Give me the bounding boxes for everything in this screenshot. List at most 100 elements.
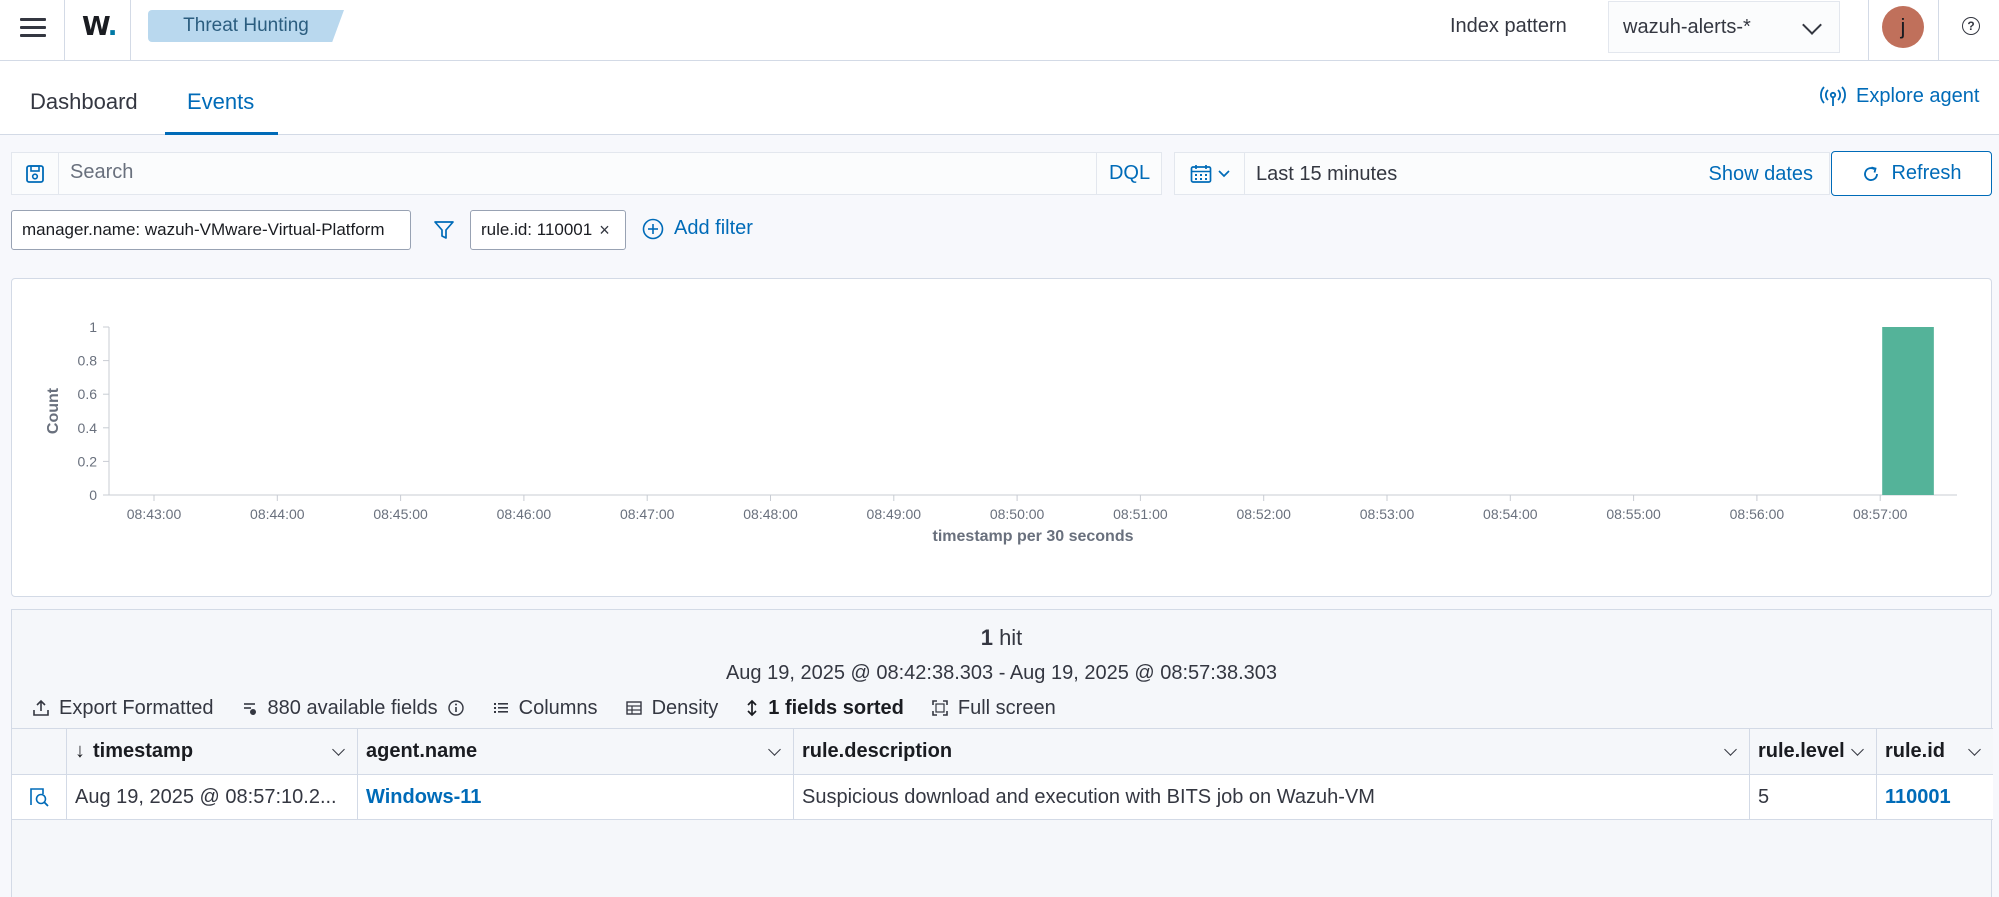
calendar-icon bbox=[1190, 164, 1211, 183]
chevron-down-icon[interactable] bbox=[1724, 743, 1737, 756]
column-header-timestamp[interactable]: ↓ timestamp bbox=[66, 729, 357, 774]
avatar[interactable]: j bbox=[1882, 6, 1924, 48]
density-button[interactable]: Density bbox=[625, 697, 718, 720]
chevron-down-icon[interactable] bbox=[1968, 743, 1981, 756]
table-header-row: ↓ timestamp agent.name rule.description … bbox=[12, 728, 1993, 774]
export-label: Export Formatted bbox=[59, 696, 214, 719]
explore-agent-button[interactable]: Explore agent bbox=[1820, 85, 1979, 108]
dql-button[interactable]: DQL bbox=[1096, 153, 1162, 194]
x-tick-label: 08:45:00 bbox=[373, 506, 428, 522]
divider bbox=[1868, 0, 1869, 61]
divider bbox=[130, 0, 131, 61]
results-table: ↓ timestamp agent.name rule.description … bbox=[12, 728, 1993, 820]
table-row: Aug 19, 2025 @ 08:57:10.2... Windows-11 … bbox=[12, 774, 1993, 820]
x-tick-label: 08:49:00 bbox=[867, 506, 922, 522]
filter-pill-manager[interactable]: manager.name: wazuh-VMware-Virtual-Platf… bbox=[11, 210, 411, 250]
available-fields-label: 880 available fields bbox=[267, 696, 438, 719]
x-axis-label: timestamp per 30 seconds bbox=[933, 528, 1134, 545]
chevron-down-icon[interactable] bbox=[1851, 743, 1864, 756]
info-icon[interactable] bbox=[447, 699, 465, 717]
header-control-cell bbox=[12, 729, 66, 774]
sorted-label: 1 fields sorted bbox=[768, 696, 904, 719]
column-header-label: rule.description bbox=[802, 740, 953, 762]
time-range-text: Aug 19, 2025 @ 08:42:38.303 - Aug 19, 20… bbox=[725, 662, 1278, 684]
cell-rule-id[interactable]: 110001 bbox=[1876, 775, 1993, 819]
results-toolbar: Export Formatted 880 available fields Co… bbox=[32, 694, 1083, 722]
x-tick-label: 08:51:00 bbox=[1113, 506, 1168, 522]
breadcrumb[interactable]: Threat Hunting bbox=[148, 10, 344, 42]
y-tick-label: 0.6 bbox=[78, 386, 98, 402]
sort-icon bbox=[747, 699, 757, 717]
filter-pill-label: rule.id: 110001 bbox=[481, 220, 593, 239]
y-tick-label: 0 bbox=[89, 487, 97, 503]
column-header-label: agent.name bbox=[366, 740, 478, 762]
add-filter-button[interactable]: Add filter bbox=[642, 217, 753, 240]
y-tick-label: 1 bbox=[89, 319, 97, 335]
refresh-button[interactable]: Refresh bbox=[1831, 151, 1992, 196]
histogram-bar bbox=[1882, 327, 1934, 495]
date-range-value[interactable]: Last 15 minutes bbox=[1256, 163, 1397, 186]
tab-events[interactable]: Events bbox=[187, 89, 254, 115]
columns-label: Columns bbox=[518, 696, 598, 719]
filter-icon[interactable] bbox=[433, 219, 455, 247]
column-header-rule-level[interactable]: rule.level bbox=[1749, 729, 1876, 774]
save-query-icon[interactable] bbox=[12, 153, 59, 194]
histogram-panel: 0 0.2 0.4 0.6 0.8 1 08:43:00 08:44:00 08:45:00 08… bbox=[11, 278, 1992, 597]
x-tick-label: 08:46:00 bbox=[497, 506, 552, 522]
x-tick-label: 08:56:00 bbox=[1730, 506, 1785, 522]
full-screen-button[interactable]: Full screen bbox=[931, 697, 1056, 720]
divider bbox=[64, 0, 65, 61]
export-formatted-button[interactable]: Export Formatted bbox=[32, 697, 214, 720]
x-tick-label: 08:54:00 bbox=[1483, 506, 1538, 522]
index-pattern-select[interactable]: wazuh-alerts-* bbox=[1608, 1, 1840, 53]
filter-pill-rule-id[interactable]: rule.id: 110001 × bbox=[470, 210, 626, 250]
menu-icon[interactable] bbox=[20, 14, 46, 40]
chevron-down-icon[interactable] bbox=[768, 743, 781, 756]
search-input[interactable] bbox=[70, 161, 1100, 184]
top-header: W. Threat Hunting Index pattern wazuh-al… bbox=[0, 0, 1999, 61]
y-tick-label: 0.4 bbox=[78, 420, 98, 436]
date-quick-select[interactable] bbox=[1175, 153, 1245, 194]
divider bbox=[1938, 0, 1939, 61]
inspect-document-icon[interactable] bbox=[12, 775, 66, 819]
index-pattern-value: wazuh-alerts-* bbox=[1623, 15, 1751, 38]
search-bar: DQL bbox=[11, 152, 1162, 195]
logo-text: W bbox=[82, 12, 109, 42]
column-header-rule-id[interactable]: rule.id bbox=[1876, 729, 1993, 774]
tabs-bar: Dashboard Events Explore agent bbox=[0, 61, 1999, 135]
show-dates-link[interactable]: Show dates bbox=[1708, 163, 1813, 186]
column-header-rule-description[interactable]: rule.description bbox=[793, 729, 1749, 774]
available-fields-button[interactable]: 880 available fields bbox=[241, 697, 465, 720]
fullscreen-icon bbox=[932, 700, 948, 716]
tab-dashboard[interactable]: Dashboard bbox=[30, 89, 138, 115]
column-header-label: rule.id bbox=[1885, 740, 1946, 762]
close-icon[interactable]: × bbox=[599, 220, 610, 241]
chevron-down-icon[interactable] bbox=[332, 743, 345, 756]
refresh-icon bbox=[1864, 166, 1879, 181]
cell-timestamp: Aug 19, 2025 @ 08:57:10.2... bbox=[66, 775, 357, 819]
y-tick-label: 0.8 bbox=[78, 353, 98, 369]
active-tab-indicator bbox=[165, 132, 278, 135]
cell-rule-description: Suspicious download and execution with B… bbox=[793, 775, 1749, 819]
histogram-chart: 0 0.2 0.4 0.6 0.8 1 08:43:00 08:44:00 08:45:00 08… bbox=[45, 319, 1957, 545]
x-tick-label: 08:55:00 bbox=[1606, 506, 1661, 522]
columns-button[interactable]: Columns bbox=[492, 697, 598, 720]
wazuh-logo[interactable]: W. bbox=[82, 12, 117, 42]
sort-down-icon[interactable]: ↓ bbox=[75, 740, 85, 763]
refresh-label: Refresh bbox=[1891, 162, 1962, 184]
index-pattern-label: Index pattern bbox=[1450, 15, 1567, 37]
hits-count: 1 hit bbox=[12, 625, 1991, 651]
export-icon bbox=[33, 699, 49, 716]
antenna-icon bbox=[1820, 85, 1846, 106]
full-screen-label: Full screen bbox=[957, 696, 1056, 719]
chevron-down-icon bbox=[1802, 15, 1822, 35]
x-tick-label: 08:52:00 bbox=[1236, 506, 1291, 522]
y-tick-label: 0.2 bbox=[78, 453, 98, 469]
sort-fields-button[interactable]: 1 fields sorted bbox=[745, 697, 904, 720]
list-icon bbox=[493, 703, 508, 713]
x-tick-label: 08:48:00 bbox=[743, 506, 798, 522]
cell-agent-name[interactable]: Windows-11 bbox=[357, 775, 793, 819]
x-tick-label: 08:43:00 bbox=[127, 506, 182, 522]
help-icon[interactable]: ? bbox=[1962, 17, 1980, 35]
column-header-agent-name[interactable]: agent.name bbox=[357, 729, 793, 774]
